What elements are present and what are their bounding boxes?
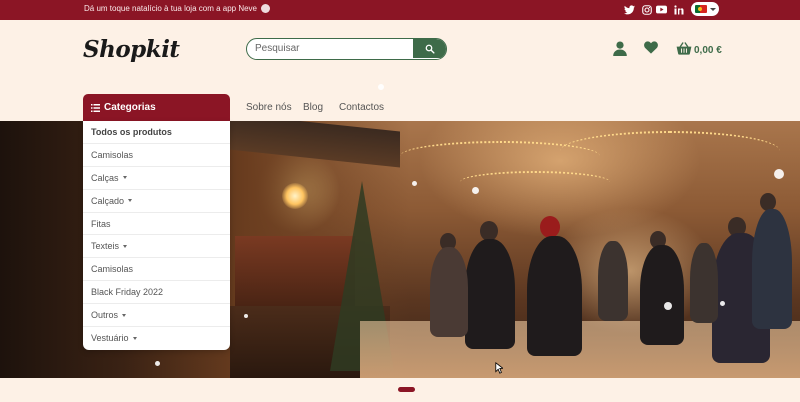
- user-icon: [613, 41, 627, 56]
- search-bar: [246, 38, 447, 60]
- pt-flag-icon: [695, 5, 707, 13]
- caret-down-icon: [132, 336, 137, 340]
- top-bar: Dá um toque natalício à tua loja com a a…: [0, 0, 800, 20]
- caret-down-icon: [128, 199, 133, 203]
- category-item[interactable]: Camisolas: [83, 144, 230, 167]
- linkedin-icon[interactable]: [673, 4, 684, 15]
- category-item[interactable]: Black Friday 2022: [83, 281, 230, 305]
- caret-down-icon: [123, 244, 128, 248]
- nav-link-blog[interactable]: Blog: [303, 102, 323, 113]
- chevron-down-icon: [710, 7, 716, 11]
- category-item[interactable]: Todos os produtos: [83, 121, 230, 144]
- twitter-icon[interactable]: [624, 4, 635, 15]
- site-logo[interactable]: Shopkit: [83, 36, 180, 63]
- categories-label: Categorias: [104, 102, 156, 113]
- basket-icon: [676, 42, 692, 55]
- search-button[interactable]: [413, 39, 446, 58]
- nav-link-about[interactable]: Sobre nós: [246, 102, 292, 113]
- categories-toggle[interactable]: Categorias: [83, 94, 230, 121]
- snowflake-decoration: [261, 4, 270, 13]
- cart-total[interactable]: 0,00 €: [694, 45, 722, 56]
- cart-button[interactable]: [676, 42, 692, 55]
- category-item[interactable]: Texteis: [83, 235, 230, 259]
- category-item[interactable]: Outros: [83, 304, 230, 328]
- instagram-icon[interactable]: [641, 4, 652, 15]
- mouse-cursor-icon: [495, 362, 503, 374]
- category-item[interactable]: Calçado: [83, 190, 230, 213]
- category-item[interactable]: Vestuário: [83, 327, 230, 350]
- category-item[interactable]: Calças: [83, 167, 230, 190]
- carousel-indicator-active[interactable]: [398, 387, 415, 392]
- categories-menu: Todos os produtos Camisolas Calças Calça…: [83, 121, 230, 350]
- account-button[interactable]: [613, 41, 627, 56]
- caret-down-icon: [122, 176, 127, 180]
- list-icon: [91, 103, 100, 112]
- category-item[interactable]: Fitas: [83, 213, 230, 236]
- category-item[interactable]: Camisolas: [83, 258, 230, 282]
- youtube-icon[interactable]: [656, 4, 667, 15]
- nav-link-contacts[interactable]: Contactos: [339, 102, 384, 113]
- language-selector[interactable]: [691, 2, 719, 16]
- search-icon: [425, 44, 435, 54]
- snowflake-decoration: [378, 84, 384, 90]
- search-input[interactable]: [247, 39, 415, 58]
- promo-text: Dá um toque natalício à tua loja com a a…: [84, 4, 257, 13]
- caret-down-icon: [122, 313, 127, 317]
- wishlist-button[interactable]: [644, 41, 658, 54]
- heart-icon: [644, 41, 658, 54]
